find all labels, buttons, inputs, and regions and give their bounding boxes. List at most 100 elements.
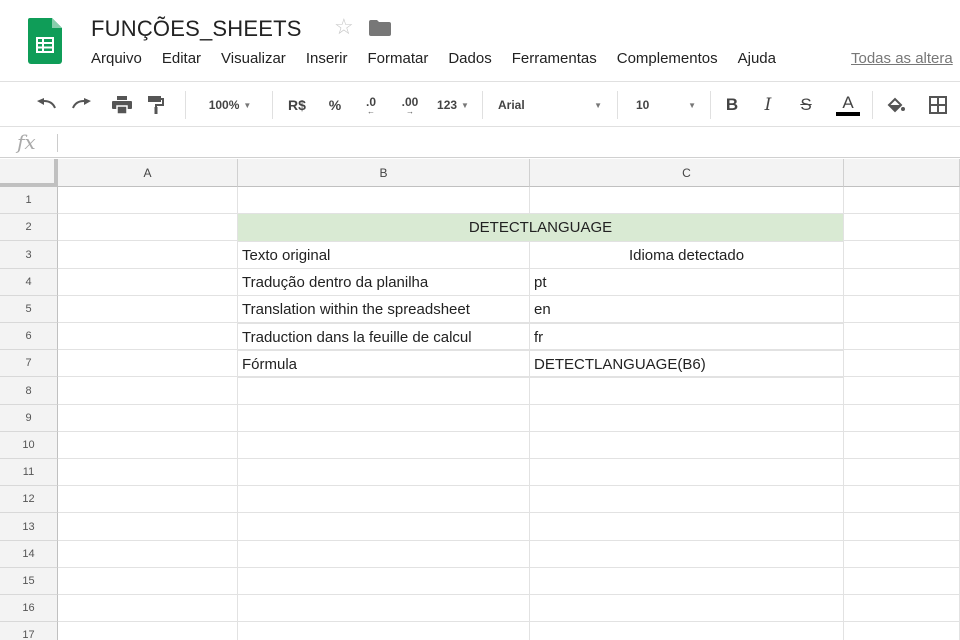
row-header[interactable]: 15: [0, 568, 58, 595]
grid-cell[interactable]: [844, 214, 960, 241]
grid-cell[interactable]: [238, 459, 530, 486]
row-header[interactable]: 13: [0, 513, 58, 541]
row-header[interactable]: 6: [0, 323, 58, 350]
select-all-corner[interactable]: [0, 159, 58, 187]
grid-cell[interactable]: [844, 513, 960, 541]
row-header[interactable]: 8: [0, 377, 58, 405]
menu-complementos[interactable]: Complementos: [607, 50, 728, 72]
grid-cell[interactable]: [238, 622, 530, 640]
grid-cell[interactable]: [58, 513, 238, 541]
grid-cell[interactable]: [58, 350, 238, 377]
currency-format-button[interactable]: R$: [280, 83, 314, 127]
grid-cell[interactable]: [844, 541, 960, 568]
italic-button[interactable]: I: [754, 83, 782, 127]
grid-cell[interactable]: [844, 432, 960, 459]
cell-b6[interactable]: Traduction dans la feuille de calcul: [238, 324, 530, 351]
folder-icon[interactable]: [369, 20, 391, 36]
text-color-button[interactable]: A: [832, 83, 864, 127]
cell-c3[interactable]: Idioma detectado: [530, 242, 844, 269]
font-family-select[interactable]: Arial ▼: [490, 83, 610, 127]
grid-cell[interactable]: [58, 459, 238, 486]
grid-cell[interactable]: [530, 486, 844, 513]
grid-cell[interactable]: [530, 541, 844, 568]
grid-cell[interactable]: [530, 432, 844, 459]
cell-b3[interactable]: Texto original: [238, 242, 530, 269]
more-formats-select[interactable]: 123 ▼: [430, 83, 476, 127]
star-icon[interactable]: ☆: [334, 14, 354, 40]
grid-cell[interactable]: [58, 486, 238, 513]
grid-cell[interactable]: [844, 459, 960, 486]
grid-cell[interactable]: [58, 296, 238, 323]
grid-cell[interactable]: [844, 323, 960, 350]
cell-b5[interactable]: Translation within the spreadsheet: [238, 296, 530, 324]
grid-cell[interactable]: [238, 187, 530, 214]
grid-cell[interactable]: [530, 513, 844, 541]
grid-cell[interactable]: [58, 323, 238, 350]
percent-format-button[interactable]: %: [320, 83, 350, 127]
cell-b4[interactable]: Tradução dentro da planilha: [238, 269, 530, 296]
grid-cell[interactable]: [844, 405, 960, 432]
grid-cell[interactable]: [844, 269, 960, 296]
grid-cell[interactable]: [530, 459, 844, 486]
column-header-c[interactable]: C: [530, 159, 844, 187]
grid-cell[interactable]: [238, 405, 530, 432]
grid-cell[interactable]: [58, 568, 238, 595]
grid-cell[interactable]: [58, 405, 238, 432]
grid-cell[interactable]: [58, 269, 238, 296]
grid-cell[interactable]: [530, 622, 844, 640]
row-header[interactable]: 5: [0, 296, 58, 323]
grid-cell[interactable]: [844, 622, 960, 640]
grid-cell[interactable]: [238, 486, 530, 513]
cell-c4[interactable]: pt: [530, 269, 844, 296]
grid-cell[interactable]: [238, 568, 530, 595]
cell-c5[interactable]: en: [530, 296, 844, 324]
grid-cell[interactable]: [530, 377, 844, 405]
row-header[interactable]: 7: [0, 350, 58, 377]
menu-ajuda[interactable]: Ajuda: [728, 50, 786, 72]
grid-cell[interactable]: [58, 187, 238, 214]
redo-button[interactable]: [66, 83, 98, 127]
font-size-select[interactable]: 10 ▼: [630, 83, 702, 127]
grid-cell[interactable]: [58, 541, 238, 568]
grid-cell[interactable]: [844, 377, 960, 405]
grid-cell[interactable]: [844, 595, 960, 622]
grid-cell[interactable]: [58, 214, 238, 241]
column-header-d[interactable]: [844, 159, 960, 187]
grid-cell[interactable]: [844, 568, 960, 595]
menu-arquivo[interactable]: Arquivo: [81, 50, 152, 72]
sheets-logo-icon[interactable]: [28, 18, 62, 64]
menu-editar[interactable]: Editar: [152, 50, 211, 72]
cell-c7[interactable]: DETECTLANGUAGE(B6): [530, 351, 844, 378]
bold-button[interactable]: B: [718, 83, 746, 127]
grid-cell[interactable]: [530, 187, 844, 214]
row-header[interactable]: 2: [0, 214, 58, 241]
fill-color-button[interactable]: [880, 83, 912, 127]
column-header-a[interactable]: A: [58, 159, 238, 187]
grid-cell[interactable]: [58, 595, 238, 622]
row-header[interactable]: 10: [0, 432, 58, 459]
row-header[interactable]: 3: [0, 241, 58, 269]
zoom-select[interactable]: 100% ▼: [194, 83, 266, 127]
grid-cell[interactable]: [58, 377, 238, 405]
paint-format-button[interactable]: [140, 83, 172, 127]
all-changes-saved-link[interactable]: Todas as altera: [851, 50, 953, 67]
grid-cell[interactable]: [58, 622, 238, 640]
grid-cell[interactable]: [844, 187, 960, 214]
menu-formatar[interactable]: Formatar: [358, 50, 439, 72]
menu-visualizar[interactable]: Visualizar: [211, 50, 296, 72]
decrease-decimals-button[interactable]: .0 ←: [354, 83, 388, 127]
row-header[interactable]: 16: [0, 595, 58, 622]
row-header[interactable]: 9: [0, 405, 58, 432]
grid-cell[interactable]: [844, 350, 960, 377]
cell-b7[interactable]: Fórmula: [238, 351, 530, 378]
column-header-b[interactable]: B: [238, 159, 530, 187]
row-header[interactable]: 11: [0, 459, 58, 486]
undo-button[interactable]: [30, 83, 62, 127]
grid-cell[interactable]: [238, 377, 530, 405]
grid-cell[interactable]: [238, 541, 530, 568]
grid-cell[interactable]: [238, 595, 530, 622]
merged-title-cell[interactable]: DETECTLANGUAGE: [238, 214, 844, 242]
print-button[interactable]: [106, 83, 138, 127]
grid-cell[interactable]: [58, 241, 238, 269]
strikethrough-button[interactable]: S: [792, 83, 820, 127]
